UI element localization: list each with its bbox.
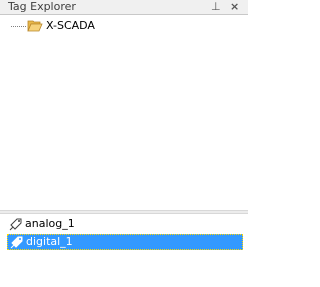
tag-list-item-label: analog_1 bbox=[25, 217, 75, 230]
tag-tree: X-SCADA bbox=[0, 15, 248, 210]
tree-node-label: X-SCADA bbox=[46, 19, 95, 32]
tag-list: analog_1 digital_1 bbox=[0, 214, 248, 287]
tag-icon bbox=[9, 218, 22, 231]
tree-node-x-scada[interactable]: X-SCADA bbox=[11, 18, 95, 34]
tree-connector-line bbox=[11, 25, 26, 27]
tag-explorer-panel: Tag Explorer ⊥ × X-SCADA analog_1 digita… bbox=[0, 0, 248, 287]
pin-icon[interactable]: ⊥ bbox=[211, 0, 221, 14]
tag-list-item-analog-1[interactable]: analog_1 bbox=[0, 216, 248, 232]
folder-open-icon bbox=[27, 20, 43, 32]
tag-list-item-label: digital_1 bbox=[26, 235, 73, 248]
tag-icon bbox=[10, 236, 23, 249]
panel-titlebar: Tag Explorer ⊥ × bbox=[0, 0, 248, 15]
panel-title: Tag Explorer bbox=[8, 0, 76, 13]
tag-list-item-digital-1[interactable]: digital_1 bbox=[7, 234, 243, 250]
close-icon[interactable]: × bbox=[230, 0, 239, 14]
